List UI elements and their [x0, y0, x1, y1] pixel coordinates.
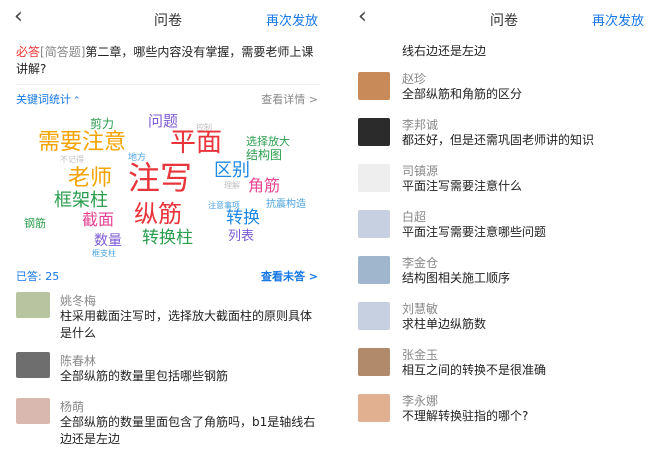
- avatar: [16, 292, 50, 318]
- avatar: [16, 398, 50, 424]
- keyword: 选择放大: [246, 135, 290, 148]
- top-bar: ‹ 问卷 再次发放: [344, 0, 662, 36]
- keyword: 数量: [94, 233, 122, 249]
- keyword: 转换柱: [142, 228, 193, 248]
- answer-text: 全部纵筋的数量里包括哪些钢筋: [60, 369, 229, 383]
- chevron-up-icon: ⌃: [73, 96, 81, 106]
- keyword: 剪力: [90, 117, 115, 131]
- keyword: 纵筋: [134, 200, 182, 228]
- survey-panel-left: ‹ 问卷 再次发放 必答[简答题]第二章，哪些内容没有掌握，需要老师上课讲解? …: [8, 0, 328, 458]
- answer-text: 全部纵筋和角筋的区分: [402, 87, 523, 101]
- answered-bar: 已答: 25 查看未答 >: [16, 268, 318, 284]
- respondent-name: 刘慧敏: [402, 302, 439, 316]
- answer-text: 不理解转换驻指的哪个?: [402, 409, 529, 423]
- answer-text: 求柱单边纵筋数: [402, 317, 487, 331]
- answer-text: 平面注写需要注意什么: [402, 179, 523, 193]
- list-item[interactable]: 刘慧敏 求柱单边纵筋数: [358, 300, 654, 340]
- keyword: 平面: [170, 128, 223, 158]
- respondent-name: 张金玉: [402, 348, 439, 362]
- keyword: 转换: [226, 208, 260, 228]
- respondent-name: 杨萌: [60, 400, 85, 414]
- avatar: [358, 394, 390, 422]
- respondent-name: 李金仓: [402, 256, 439, 270]
- keyword: 框架柱: [54, 190, 108, 211]
- list-item[interactable]: 赵珍 全部纵筋和角筋的区分: [358, 70, 654, 110]
- question-type: [简答题]: [40, 45, 86, 59]
- view-unanswered-link[interactable]: 查看未答 >: [261, 268, 318, 284]
- answer-text: 结构图相关施工顺序: [402, 271, 511, 285]
- answer-text: 线右边还是左边: [402, 44, 487, 58]
- keyword: 框支柱: [92, 249, 116, 258]
- keyword: 问题: [148, 112, 179, 130]
- keyword: 角筋: [248, 176, 281, 195]
- keyword: 区别: [214, 160, 250, 181]
- respondent-name: 李永娜: [402, 394, 439, 408]
- keyword: 不记得: [60, 155, 84, 164]
- keyword: 理解: [224, 181, 240, 190]
- keyword-stats-toggle[interactable]: 关键词统计 ⌃: [16, 93, 81, 106]
- keyword: 老师: [68, 166, 113, 191]
- avatar: [358, 72, 390, 100]
- list-item[interactable]: 司镇源 平面注写需要注意什么: [358, 162, 654, 202]
- avatar: [358, 256, 390, 284]
- keyword-stats-label: 关键词统计: [16, 93, 71, 106]
- respondent-name: 白超: [402, 210, 427, 224]
- keyword-stats-bar: 关键词统计 ⌃ 查看详情 >: [16, 91, 318, 107]
- required-tag: 必答: [16, 45, 41, 59]
- word-cloud: 剪力 问题 控制 需要注意 平面 选择放大 结构图 不记得 地方 区别 老师 注…: [20, 112, 320, 262]
- resend-button[interactable]: 再次发放: [266, 10, 318, 29]
- avatar: [358, 118, 390, 146]
- list-item[interactable]: 张金玉 相互之间的转换不是很准确: [358, 346, 654, 386]
- avatar: [358, 210, 390, 238]
- respondent-name: 陈春林: [60, 354, 97, 368]
- respondent-name: 赵珍: [402, 72, 427, 86]
- answer-text: 都还好，但是还需巩固老师讲的知识: [402, 133, 595, 147]
- respondent-name: 姚冬梅: [60, 294, 97, 308]
- divider: [16, 84, 320, 85]
- resend-button[interactable]: 再次发放: [592, 10, 644, 29]
- survey-panel-right: ‹ 问卷 再次发放 线右边还是左边 赵珍 全部纵筋和角筋的区分 李邦诚 都还好，但是还…: [344, 0, 662, 458]
- answer-text: 全部纵筋的数量里面包含了角筋吗，b1是轴线右边还是左边: [60, 415, 316, 446]
- view-details-link[interactable]: 查看详情 >: [261, 91, 318, 107]
- keyword: 抗震构造: [266, 199, 306, 210]
- avatar: [358, 348, 390, 376]
- answered-count: 已答: 25: [16, 270, 60, 283]
- list-item[interactable]: 白超 平面注写需要注意哪些问题: [358, 208, 654, 248]
- respondent-name: 司镇源: [402, 164, 439, 178]
- answer-text: 平面注写需要注意哪些问题: [402, 225, 547, 239]
- avatar: [358, 302, 390, 330]
- top-bar: ‹ 问卷 再次发放: [8, 0, 328, 36]
- keyword: 结构图: [246, 148, 283, 162]
- keyword: 钢筋: [24, 217, 46, 230]
- answer-text: 柱采用截面注写时，选择放大截面柱的原则具体是什么: [60, 309, 313, 340]
- keyword: 列表: [228, 229, 255, 244]
- respondent-name: 李邦诚: [402, 118, 439, 132]
- list-item[interactable]: 杨萌 全部纵筋的数量里面包含了角筋吗，b1是轴线右边还是左边: [16, 398, 318, 458]
- keyword: 截面: [82, 210, 115, 229]
- answer-text: 相互之间的转换不是很准确: [402, 363, 547, 377]
- list-item[interactable]: 姚冬梅 柱采用截面注写时，选择放大截面柱的原则具体是什么: [16, 292, 318, 340]
- keyword: 需要注意: [38, 130, 127, 155]
- question-text: 必答[简答题]第二章，哪些内容没有掌握，需要老师上课讲解?: [16, 44, 314, 78]
- keyword: 注写: [128, 159, 193, 197]
- list-item[interactable]: 陈春林 全部纵筋的数量里包括哪些钢筋: [16, 352, 318, 388]
- list-item[interactable]: 李永娜 不理解转换驻指的哪个?: [358, 392, 654, 432]
- list-item[interactable]: 李金仓 结构图相关施工顺序: [358, 254, 654, 294]
- avatar: [16, 352, 50, 378]
- list-item[interactable]: 李邦诚 都还好，但是还需巩固老师讲的知识: [358, 116, 654, 156]
- avatar: [358, 164, 390, 192]
